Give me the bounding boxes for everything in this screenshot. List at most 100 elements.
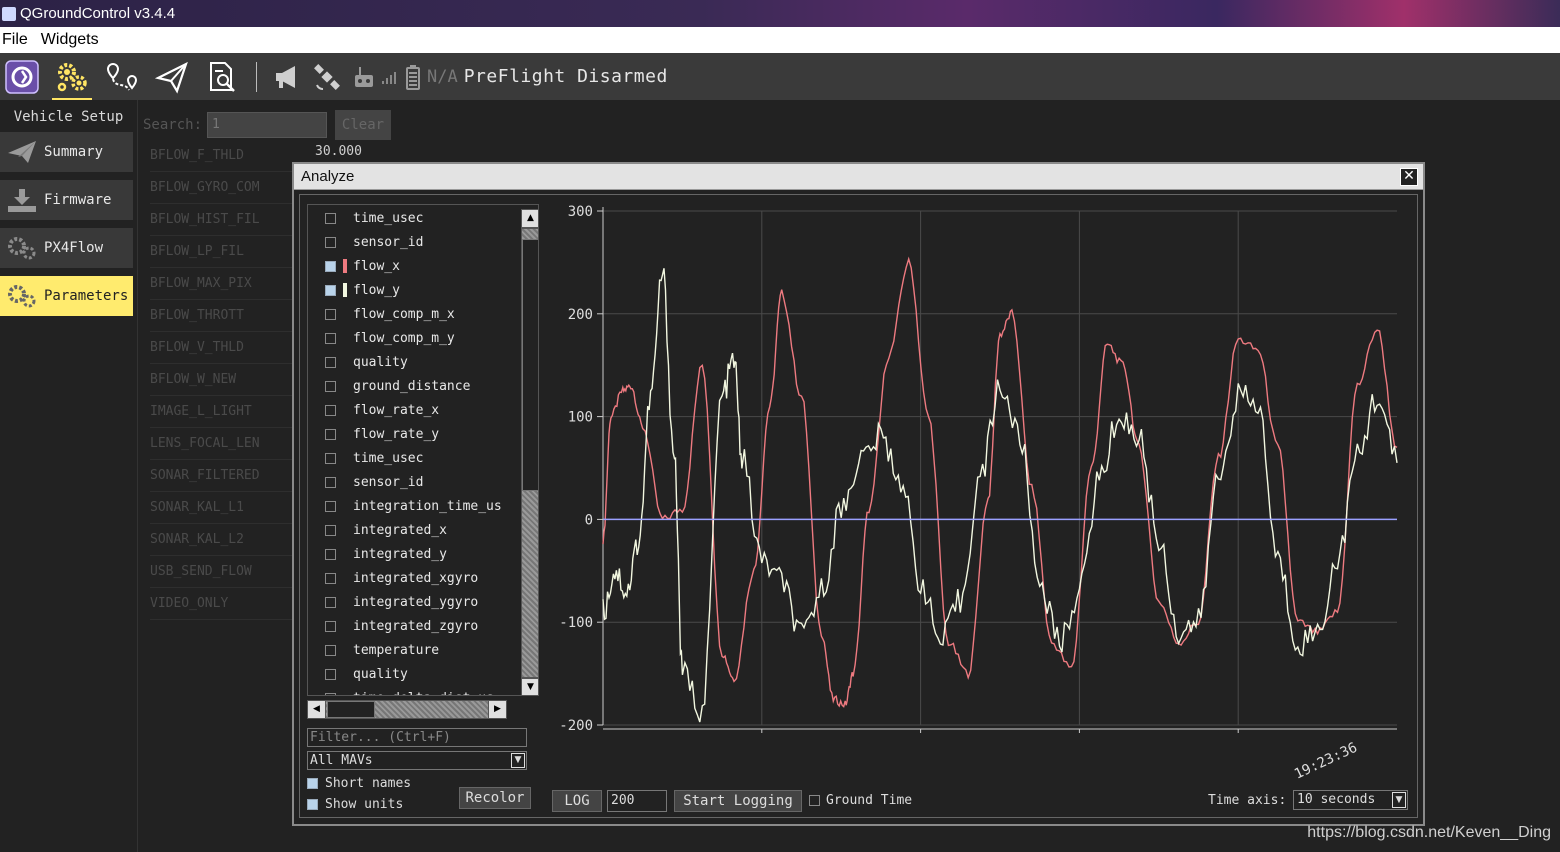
rc-button[interactable] (351, 55, 377, 99)
curve-item[interactable]: integrated_zgyro (308, 614, 518, 638)
scroll-up-icon[interactable]: ▲ (522, 210, 538, 227)
scroll-down-icon[interactable]: ▼ (522, 679, 538, 695)
curve-label: flow_rate_y (353, 426, 440, 442)
menu-file[interactable]: File (0, 31, 35, 49)
param-row[interactable]: SONAR_KAL_L1 (150, 492, 310, 524)
fly-view-button[interactable] (150, 55, 194, 99)
messages-button[interactable] (271, 55, 303, 99)
menu-widgets[interactable]: Widgets (39, 31, 106, 49)
curve-checkbox[interactable] (325, 428, 336, 440)
curve-item[interactable]: time_usec (308, 206, 518, 230)
param-row[interactable]: BFLOW_HIST_FIL (150, 204, 310, 236)
param-row[interactable]: SONAR_KAL_L2 (150, 524, 310, 556)
curve-checkbox[interactable] (325, 476, 336, 488)
param-row[interactable]: LENS_FOCAL_LEN (150, 428, 310, 460)
param-row[interactable]: USB_SEND_FLOW (150, 556, 310, 588)
curve-item[interactable]: sensor_id (308, 470, 518, 494)
param-row[interactable]: SONAR_FILTERED (150, 460, 310, 492)
curve-item[interactable]: flow_x (308, 254, 518, 278)
curve-item[interactable]: integrated_ygyro (308, 590, 518, 614)
gps-icon (314, 63, 340, 90)
curve-checkbox[interactable] (325, 332, 336, 344)
param-row[interactable]: IMAGE_L_LIGHT (150, 396, 310, 428)
show-units-option[interactable]: Show units (307, 797, 403, 812)
curve-item[interactable]: flow_rate_x (308, 398, 518, 422)
curve-item[interactable]: temperature (308, 638, 518, 662)
scroll-right-icon[interactable]: ▶ (489, 701, 506, 718)
recolor-button[interactable]: Recolor (459, 787, 531, 809)
curve-item[interactable]: quality (308, 350, 518, 374)
curve-checkbox[interactable] (325, 356, 336, 368)
log-rate-input[interactable]: 200 (607, 790, 667, 812)
clear-button[interactable]: Clear (335, 110, 391, 140)
curve-checkbox[interactable] (325, 524, 336, 536)
curve-item[interactable]: integration_time_us (308, 494, 518, 518)
curve-item[interactable]: time_usec (308, 446, 518, 470)
sidebar-item-parameters[interactable]: Parameters (0, 276, 133, 316)
param-row[interactable]: BFLOW_MAX_PIX (150, 268, 310, 300)
param-row[interactable]: BFLOW_V_THLD (150, 332, 310, 364)
curve-item[interactable]: integrated_xgyro (308, 566, 518, 590)
mav-select[interactable]: All MAVs ▼ (307, 751, 527, 770)
short-names-checkbox[interactable] (307, 778, 318, 789)
param-row[interactable]: BFLOW_THROTT (150, 300, 310, 332)
curve-checkbox[interactable] (325, 596, 336, 608)
filter-input[interactable]: Filter... (Ctrl+F) (307, 728, 527, 747)
curve-checkbox[interactable] (325, 308, 336, 320)
time-axis-value: 10 seconds (1297, 792, 1376, 807)
start-logging-button[interactable]: Start Logging (674, 790, 802, 812)
curve-list-hscrollbar[interactable]: ◀ ▶ (307, 700, 507, 719)
search-input[interactable]: 1 (207, 112, 327, 138)
gps-button[interactable] (311, 55, 343, 99)
param-row[interactable]: BFLOW_W_NEW (150, 364, 310, 396)
curve-checkbox[interactable] (325, 236, 336, 248)
battery-button[interactable] (405, 55, 421, 99)
sidebar-item-firmware[interactable]: Firmware (0, 180, 133, 220)
curve-checkbox[interactable] (325, 620, 336, 632)
curve-item[interactable]: ground_distance (308, 374, 518, 398)
close-icon[interactable]: ✕ (1400, 168, 1418, 186)
scroll-left-icon[interactable]: ◀ (308, 701, 325, 718)
curve-list-vscrollbar[interactable]: ▲ ▼ (521, 209, 538, 695)
curve-item[interactable]: flow_comp_m_y (308, 326, 518, 350)
curve-item[interactable]: integrated_x (308, 518, 518, 542)
curve-checkbox[interactable] (325, 260, 336, 272)
scroll-thumb[interactable] (327, 701, 375, 718)
curve-item[interactable]: flow_y (308, 278, 518, 302)
curve-checkbox[interactable] (325, 548, 336, 560)
param-row[interactable]: BFLOW_LP_FIL (150, 236, 310, 268)
show-units-checkbox[interactable] (307, 799, 318, 810)
curve-checkbox[interactable] (325, 380, 336, 392)
curve-item[interactable]: sensor_id (308, 230, 518, 254)
sidebar-item-summary[interactable]: Summary (0, 132, 133, 172)
param-row[interactable]: BFLOW_F_THLD (150, 140, 310, 172)
plan-view-button[interactable] (100, 55, 144, 99)
curve-checkbox[interactable] (325, 404, 336, 416)
curve-item[interactable]: flow_rate_y (308, 422, 518, 446)
param-row[interactable]: BFLOW_GYRO_COM (150, 172, 310, 204)
time-axis-select[interactable]: 10 seconds ▼ (1293, 790, 1408, 810)
curve-item[interactable]: flow_comp_m_x (308, 302, 518, 326)
curve-checkbox[interactable] (325, 212, 336, 224)
curve-checkbox[interactable] (325, 668, 336, 680)
curve-checkbox[interactable] (325, 500, 336, 512)
short-names-option[interactable]: Short names (307, 776, 411, 791)
analyze-view-button[interactable] (200, 55, 244, 99)
scroll-thumb[interactable] (522, 239, 538, 491)
vehicle-setup-button[interactable] (50, 55, 94, 101)
qgc-logo-button[interactable] (0, 55, 44, 99)
curve-item[interactable]: time_delta_dist_us (308, 686, 518, 695)
curve-checkbox[interactable] (325, 452, 336, 464)
curve-checkbox[interactable] (325, 644, 336, 656)
sidebar-item-px4flow[interactable]: PX4Flow (0, 228, 133, 268)
curve-checkbox[interactable] (325, 284, 336, 296)
curve-item[interactable]: integrated_y (308, 542, 518, 566)
curve-checkbox[interactable] (325, 692, 336, 695)
param-row[interactable]: VIDEO_ONLY (150, 588, 310, 620)
signal-button[interactable] (379, 55, 399, 99)
ground-time-option[interactable]: Ground Time (809, 793, 912, 808)
log-button[interactable]: LOG (552, 790, 602, 812)
ground-time-checkbox[interactable] (809, 795, 820, 806)
curve-item[interactable]: quality (308, 662, 518, 686)
curve-checkbox[interactable] (325, 572, 336, 584)
